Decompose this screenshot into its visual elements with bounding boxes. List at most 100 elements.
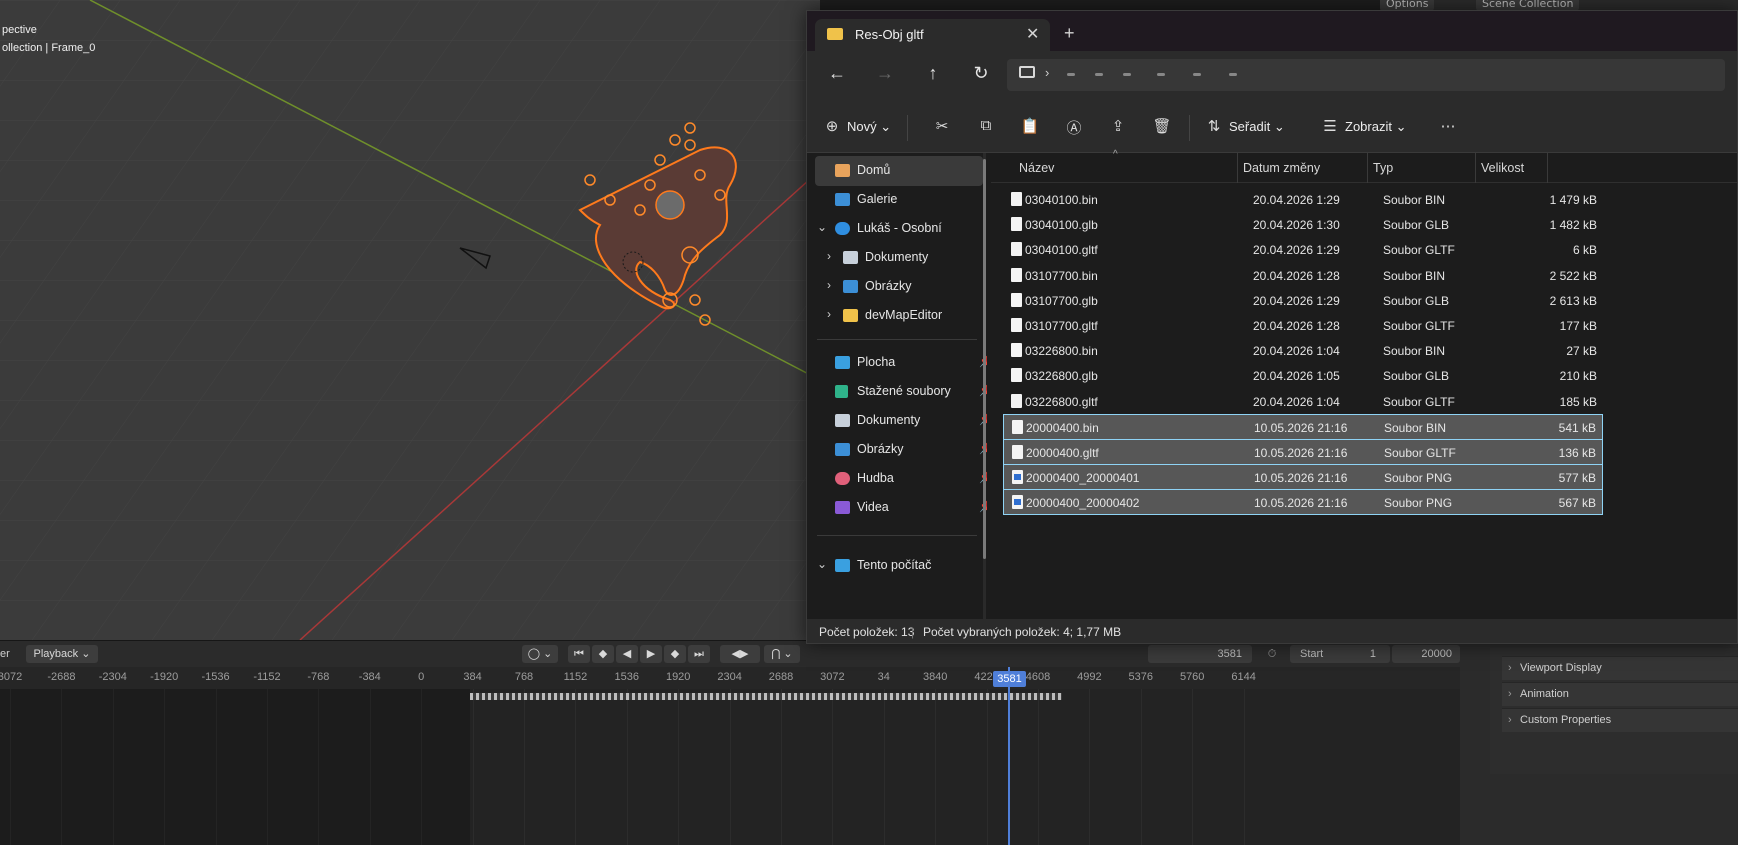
new-button[interactable]: Nový ⌄ [847, 119, 891, 135]
prop-animation[interactable]: › Animation [1502, 682, 1738, 706]
nav-item-pictures[interactable]: Obrázky 📌 [815, 435, 987, 465]
up-arrow-icon[interactable]: ↑ [921, 63, 945, 84]
file-date: 10.05.2026 21:16 [1254, 496, 1348, 511]
chevron-right-icon[interactable]: › [827, 307, 831, 321]
file-row[interactable]: 03040100.gltf 20.04.2026 1:29 Soubor GLTF 6… [1003, 237, 1603, 263]
playhead[interactable] [1008, 667, 1010, 845]
forward-arrow-icon[interactable]: → [873, 63, 897, 84]
column-date[interactable]: Datum změny [1243, 161, 1320, 175]
column-divider[interactable] [1237, 153, 1238, 183]
nav-item-downloads[interactable]: Stažené soubory 📌 [815, 377, 987, 407]
delete-icon[interactable]: 🗑 [1151, 117, 1173, 135]
play-reverse-button[interactable]: ◀ [616, 645, 638, 663]
column-divider[interactable] [1367, 153, 1368, 183]
file-size: 1 482 kB [1549, 218, 1597, 233]
column-type[interactable]: Typ [1373, 161, 1393, 175]
ruler-tick: 0 [418, 671, 425, 683]
address-bar[interactable]: › [1007, 59, 1725, 91]
view-button[interactable]: Zobrazit ⌄ [1345, 119, 1406, 135]
nav-pane-scrollbar[interactable] [983, 153, 986, 619]
blender-3d-viewport[interactable]: pective ollection | Frame_0 [0, 0, 820, 640]
play-icon: ▶ [646, 648, 656, 660]
file-name: 20000400_20000402 [1026, 496, 1140, 511]
nav-item-this-pc[interactable]: ⌄ Tento počítač [815, 551, 983, 581]
nav-item-videos[interactable]: Videa 📌 [815, 493, 987, 523]
column-size[interactable]: Velikost [1481, 161, 1524, 175]
prop-custom-properties[interactable]: › Custom Properties [1502, 708, 1738, 732]
file-row[interactable]: 20000400.bin 10.05.2026 21:16 Soubor BIN 54… [1003, 413, 1603, 440]
back-arrow-icon[interactable]: ← [825, 63, 849, 84]
play-button[interactable]: ▶ [640, 645, 662, 663]
editor-type-label[interactable]: er [0, 645, 14, 663]
chevron-right-icon[interactable]: › [827, 278, 831, 292]
file-row[interactable]: 03107700.bin 20.04.2026 1:28 Soubor BIN 2 5… [1003, 263, 1603, 289]
nav-label: Obrázky [865, 279, 912, 293]
share-icon[interactable]: ⇪ [1107, 117, 1129, 135]
nav-item-home[interactable]: Domů [815, 156, 983, 186]
chevron-down-icon[interactable]: ⌄ [817, 557, 827, 571]
timeline-grid-line [626, 689, 628, 845]
file-row[interactable]: 03107700.gltf 20.04.2026 1:28 Soubor GLTF 1… [1003, 313, 1603, 339]
column-divider[interactable] [1475, 153, 1476, 183]
nav-item-desktop[interactable]: Plocha 📌 [815, 348, 987, 378]
file-row[interactable]: 03040100.glb 20.04.2026 1:30 Soubor GLB 1 4… [1003, 212, 1603, 238]
sort-button[interactable]: Seřadit ⌄ [1229, 119, 1285, 135]
refresh-icon[interactable]: ↻ [969, 63, 993, 84]
chevron-down-icon[interactable]: ⌄ [817, 220, 827, 234]
nav-item-od-devmapeditor[interactable]: › devMapEditor [815, 301, 983, 331]
scrollbar-thumb[interactable] [983, 159, 986, 559]
copy-icon[interactable]: ⧉ [975, 117, 997, 134]
paste-icon[interactable]: 📋 [1019, 117, 1041, 135]
nav-item-onedrive[interactable]: ⌄ Lukáš - Osobní [815, 214, 983, 244]
new-label: Nový [847, 119, 877, 134]
nav-item-od-pictures[interactable]: › Obrázky [815, 272, 983, 302]
close-tab-icon[interactable]: ✕ [1026, 24, 1039, 44]
current-frame-field[interactable]: 3581 [1148, 645, 1252, 663]
file-name: 03107700.bin [1025, 268, 1098, 283]
file-row[interactable]: 20000400_20000401 10.05.2026 21:16 Soubor … [1003, 464, 1603, 491]
column-divider[interactable] [1547, 153, 1548, 183]
prev-key-button[interactable]: ◆ [592, 645, 614, 663]
keying-buttons[interactable]: ◀▶ [720, 645, 760, 663]
jump-start-button[interactable]: ⏮ [568, 645, 590, 663]
ruler-tick: 3840 [922, 671, 948, 683]
file-row[interactable]: 03226800.bin 20.04.2026 1:04 Soubor BIN 27 … [1003, 338, 1603, 364]
cut-icon[interactable]: ✂ [931, 117, 953, 135]
jump-end-button[interactable]: ⏭ [688, 645, 710, 663]
end-frame-field[interactable]: 20000 [1392, 645, 1460, 663]
nav-item-gallery[interactable]: Galerie [815, 185, 983, 215]
file-row[interactable]: 20000400_20000402 10.05.2026 21:16 Soubor … [1003, 489, 1603, 516]
chevron-right-icon[interactable]: › [827, 249, 831, 263]
keyframe-strip[interactable] [470, 693, 1062, 700]
nav-item-od-documents[interactable]: › Dokumenty [815, 243, 983, 273]
sort-icon[interactable]: ⇅ [1203, 117, 1225, 135]
file-type: Soubor BIN [1383, 193, 1446, 207]
snap-toggle[interactable]: ⋂ ⌄ [764, 645, 800, 663]
nav-item-documents[interactable]: Dokumenty 📌 [815, 406, 987, 436]
new-tab-icon[interactable]: + [1064, 23, 1075, 44]
playhead-frame-label[interactable]: 3581 [993, 671, 1026, 687]
file-row[interactable]: 03107700.glb 20.04.2026 1:29 Soubor GLB 2 6… [1003, 288, 1603, 314]
file-row[interactable]: 03226800.gltf 20.04.2026 1:04 Soubor GLTF 1… [1003, 389, 1603, 415]
timeline-grid-line [729, 689, 731, 845]
file-row[interactable]: 03226800.glb 20.04.2026 1:05 Soubor GLB 210… [1003, 363, 1603, 389]
next-key-button[interactable]: ◆ [664, 645, 686, 663]
ruler-tick: 4992 [1077, 671, 1102, 683]
more-options-icon[interactable]: ⋯ [1437, 117, 1459, 135]
prop-viewport-display[interactable]: › Viewport Display [1502, 656, 1738, 680]
redacted-path-segment [1095, 73, 1103, 76]
auto-key-toggle[interactable]: ◯ ⌄ [522, 645, 558, 663]
plus-circle-icon[interactable]: ⊕ [821, 117, 843, 135]
column-name[interactable]: Název [1019, 161, 1054, 175]
start-frame-field[interactable]: Start 1 [1290, 645, 1390, 663]
view-list-icon[interactable]: ☰ [1319, 117, 1341, 135]
nav-item-music[interactable]: Hudba 📌 [815, 464, 987, 494]
rename-icon[interactable]: Ⓐ [1063, 117, 1085, 138]
timeline-ruler[interactable]: 3072 -2688 -2304 -1920 -1536 -1152 -768 -384 0 38… [0, 667, 1460, 689]
file-row[interactable]: 20000400.gltf 10.05.2026 21:16 Soubor GLTF… [1003, 439, 1603, 465]
explorer-tab[interactable]: Res-Obj gltf ✕ [815, 19, 1050, 51]
playback-menu[interactable]: Playback ⌄ [26, 645, 98, 663]
timeline-editor[interactable]: er Playback ⌄ ◯ ⌄ ⏮ ◆ ◀ ▶ ◆ ⏭ ◀▶ ⋂ ⌄ 358… [0, 640, 1460, 845]
viewport-collection-label: ollection | Frame_0 [2, 42, 96, 54]
file-row[interactable]: 03040100.bin 20.04.2026 1:29 Soubor BIN 1 4… [1003, 187, 1603, 213]
